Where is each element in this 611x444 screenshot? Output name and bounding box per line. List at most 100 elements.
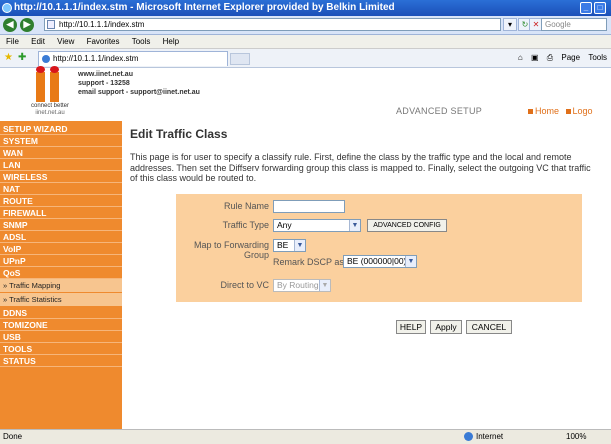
contact-phone: support - 13258 xyxy=(78,80,130,87)
traffic-type-label: Traffic Type xyxy=(222,220,269,230)
chevron-down-icon: ▼ xyxy=(319,280,330,291)
sidebar-item-snmp[interactable]: SNMP xyxy=(0,219,122,231)
sidebar-nav: SETUP WIZARD SYSTEM WAN LAN WIRELESS NAT… xyxy=(0,121,122,429)
main-content: Edit Traffic Class This page is for user… xyxy=(130,121,611,429)
remark-dscp-label: Remark DSCP as xyxy=(273,257,344,267)
favorites-star-icon[interactable]: ★ xyxy=(4,52,13,63)
menu-bar: File Edit View Favorites Tools Help xyxy=(0,35,611,49)
sidebar-item-tomizone[interactable]: TOMIZONE xyxy=(0,319,122,331)
rule-name-input[interactable] xyxy=(273,200,345,213)
traffic-type-select[interactable]: Any ▼ xyxy=(273,219,361,232)
sidebar-item-adsl[interactable]: ADSL xyxy=(0,231,122,243)
go-dropdown-icon[interactable]: ▾ xyxy=(503,18,517,31)
logout-link[interactable]: Logo xyxy=(573,106,593,116)
rule-name-row: Rule Name xyxy=(176,198,582,215)
sidebar-item-lan[interactable]: LAN xyxy=(0,159,122,171)
traffic-class-form: Rule Name Traffic Type Any ▼ ADVANCED CO… xyxy=(176,194,582,302)
direct-vc-value: By Routing xyxy=(277,280,319,290)
sidebar-item-upnp[interactable]: UPnP xyxy=(0,255,122,267)
traffic-type-value: Any xyxy=(277,220,292,230)
sidebar-item-traffic-mapping[interactable]: » Traffic Mapping xyxy=(0,279,122,292)
menu-tools[interactable]: Tools xyxy=(132,35,151,48)
chevron-down-icon: ▼ xyxy=(349,220,360,231)
tab-current[interactable]: http://10.1.1.1/index.stm xyxy=(38,51,228,66)
minimize-button[interactable]: _ xyxy=(580,2,592,14)
feeds-icon[interactable]: ▣ xyxy=(531,53,539,62)
sidebar-item-firewall[interactable]: FIREWALL xyxy=(0,207,122,219)
direct-vc-label: Direct to VC xyxy=(220,280,269,290)
page-description: This page is for user to specify a class… xyxy=(130,152,591,183)
sidebar-item-wan[interactable]: WAN xyxy=(0,147,122,159)
tab-bar: ★ ✚ http://10.1.1.1/index.stm ⌂ ▣ ⎙ Page… xyxy=(0,49,611,68)
status-text: Done xyxy=(3,432,23,441)
home-bullet-icon xyxy=(528,109,533,115)
ie-icon xyxy=(2,3,12,13)
menu-file[interactable]: File xyxy=(6,35,19,48)
sidebar-item-status[interactable]: STATUS xyxy=(0,355,122,367)
menu-favorites[interactable]: Favorites xyxy=(87,35,120,48)
menu-view[interactable]: View xyxy=(57,35,74,48)
advanced-config-button[interactable]: ADVANCED CONFIG xyxy=(367,219,447,232)
search-input[interactable]: Google xyxy=(541,18,607,31)
zone-label: Internet xyxy=(476,432,504,441)
home-icon[interactable]: ⌂ xyxy=(518,53,523,62)
status-bar: Done Internet 100% xyxy=(0,429,611,444)
sidebar-item-wireless[interactable]: WIRELESS xyxy=(0,171,122,183)
tools-menu[interactable]: Tools xyxy=(588,53,607,62)
logout-bullet-icon xyxy=(565,109,571,115)
home-link[interactable]: Home xyxy=(535,106,559,116)
contact-website: www.iinet.net.au xyxy=(78,71,133,78)
tab-page-icon xyxy=(42,55,50,63)
menu-help[interactable]: Help xyxy=(163,35,179,48)
forwarding-group-select[interactable]: BE ▼ xyxy=(273,239,306,252)
add-favorite-icon[interactable]: ✚ xyxy=(18,52,26,63)
direct-vc-select[interactable]: By Routing ▼ xyxy=(273,279,331,292)
sidebar-item-tools[interactable]: TOOLS xyxy=(0,343,122,355)
back-icon[interactable]: ◀ xyxy=(3,18,17,32)
page-title: Edit Traffic Class xyxy=(130,127,228,141)
sidebar-item-nat[interactable]: NAT xyxy=(0,183,122,195)
apply-button[interactable]: Apply xyxy=(430,320,462,334)
logo-tagline: connect better xyxy=(30,103,70,109)
security-zone: Internet xyxy=(460,431,503,442)
router-header: connect better iinet.net.au www.iinet.ne… xyxy=(0,66,611,120)
forward-icon[interactable]: ▶ xyxy=(20,18,34,32)
command-bar: ⌂ ▣ ⎙ Page Tools xyxy=(512,52,607,64)
sidebar-item-route[interactable]: ROUTE xyxy=(0,195,122,207)
iinet-logo: connect better iinet.net.au xyxy=(30,66,70,118)
page-menu[interactable]: Page xyxy=(561,53,580,62)
traffic-type-row: Traffic Type Any ▼ ADVANCED CONFIG xyxy=(176,217,582,234)
sidebar-item-ddns[interactable]: DDNS xyxy=(0,307,122,319)
globe-icon xyxy=(464,432,473,441)
sidebar-item-system[interactable]: SYSTEM xyxy=(0,135,122,147)
window-title-bar: http://10.1.1.1/index.stm - Microsoft In… xyxy=(0,0,611,16)
page-icon xyxy=(47,20,55,29)
new-tab-button[interactable] xyxy=(230,53,250,65)
header-links: Home Logo xyxy=(528,106,593,116)
sidebar-item-traffic-statistics[interactable]: » Traffic Statistics xyxy=(0,293,122,306)
logo-domain: iinet.net.au xyxy=(35,110,65,116)
direct-vc-row: Direct to VC By Routing ▼ xyxy=(176,277,582,294)
zoom-level[interactable]: 100% xyxy=(566,430,586,443)
chevron-down-icon: ▼ xyxy=(294,240,305,251)
forwarding-group-label: Map to Forwarding Group xyxy=(193,240,269,260)
contact-email: email support - support@iinet.net.au xyxy=(78,89,200,96)
cancel-button[interactable]: CANCEL xyxy=(466,320,512,334)
contact-info: www.iinet.net.au support - 13258 email s… xyxy=(78,70,200,97)
sidebar-item-voip[interactable]: VoIP xyxy=(0,243,122,255)
forwarding-group-value: BE xyxy=(277,240,289,250)
rule-name-label: Rule Name xyxy=(223,201,269,211)
print-icon[interactable]: ⎙ xyxy=(547,53,553,62)
address-input[interactable]: http://10.1.1.1/index.stm xyxy=(44,18,501,31)
sidebar-item-setup-wizard[interactable]: SETUP WIZARD xyxy=(0,123,122,135)
sidebar-item-qos[interactable]: QoS xyxy=(0,267,122,279)
tab-label: http://10.1.1.1/index.stm xyxy=(53,54,139,63)
sidebar-item-usb[interactable]: USB xyxy=(0,331,122,343)
remark-dscp-select[interactable]: BE (000000|00) ▼ xyxy=(343,255,417,268)
maximize-button[interactable]: □ xyxy=(594,2,606,14)
menu-edit[interactable]: Edit xyxy=(31,35,45,48)
help-button[interactable]: HELP xyxy=(396,320,426,334)
chevron-down-icon: ▼ xyxy=(405,256,416,267)
window-title: http://10.1.1.1/index.stm - Microsoft In… xyxy=(14,2,395,13)
advanced-setup-label: ADVANCED SETUP xyxy=(396,106,483,116)
